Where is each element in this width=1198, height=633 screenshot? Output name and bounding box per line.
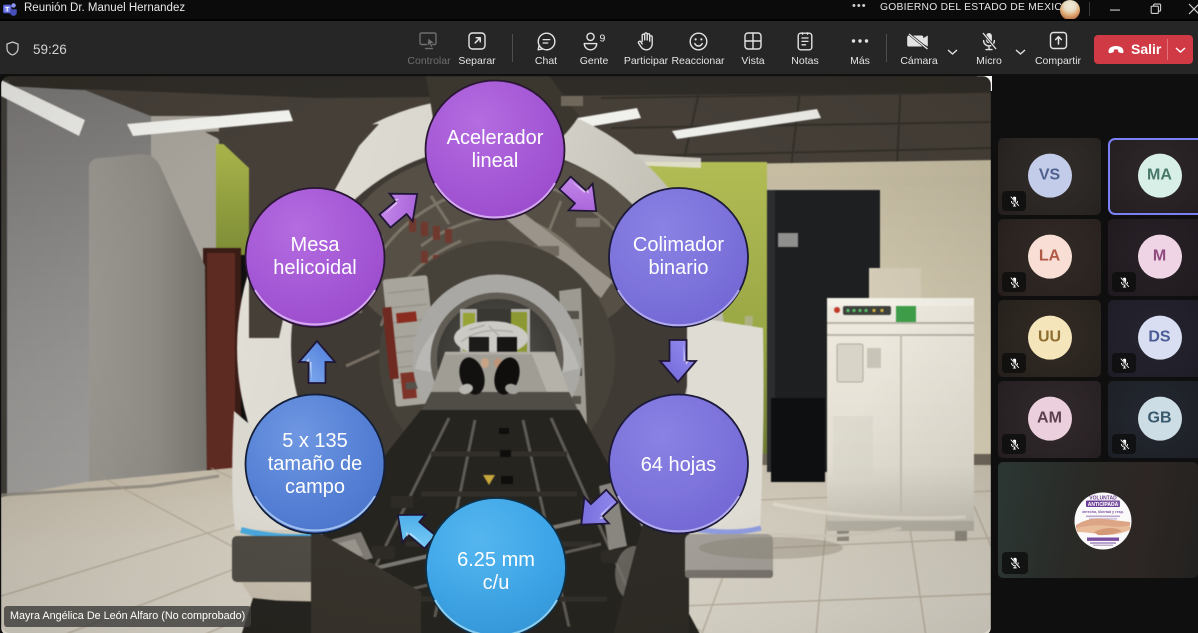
svg-text:T: T bbox=[5, 6, 9, 13]
svg-text:derecho, libertad y resp.: derecho, libertad y resp. bbox=[1082, 510, 1124, 514]
svg-text:9: 9 bbox=[599, 32, 605, 44]
